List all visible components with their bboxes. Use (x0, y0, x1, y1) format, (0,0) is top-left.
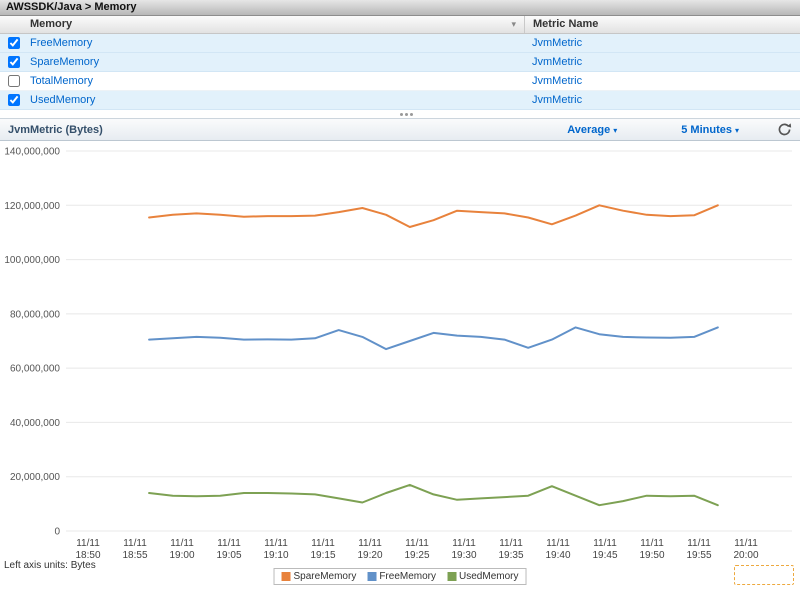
metric-type-link[interactable]: JvmMetric (532, 56, 582, 68)
cloudwatch-metrics-panel: AWSSDK/Java > Memory Memory ▾ Metric Nam… (0, 0, 800, 596)
legend-swatch (282, 572, 291, 581)
svg-text:19:00: 19:00 (169, 550, 194, 559)
statistic-dropdown-value: Average (567, 124, 610, 136)
column-header-memory[interactable]: Memory ▾ (0, 16, 524, 33)
column-sort-icon[interactable]: ▾ (511, 16, 516, 33)
axis-units-label: Left axis units: Bytes (4, 560, 96, 571)
svg-text:100,000,000: 100,000,000 (4, 255, 60, 266)
period-dropdown[interactable]: 5 Minutes▾ (681, 124, 739, 136)
svg-text:11/11: 11/11 (76, 538, 100, 549)
breadcrumb: AWSSDK/Java > Memory (0, 0, 800, 16)
metric-name-link[interactable]: SpareMemory (30, 56, 99, 68)
svg-text:18:55: 18:55 (122, 550, 147, 559)
metric-name-link[interactable]: FreeMemory (30, 37, 92, 49)
svg-text:11/11: 11/11 (452, 538, 476, 549)
svg-text:11/11: 11/11 (546, 538, 570, 549)
svg-text:19:45: 19:45 (592, 550, 617, 559)
metric-type-link[interactable]: JvmMetric (532, 75, 582, 87)
table-row[interactable]: UsedMemory JvmMetric (0, 91, 800, 110)
svg-text:80,000,000: 80,000,000 (10, 309, 60, 320)
legend-item: UsedMemory (447, 571, 518, 582)
svg-text:11/11: 11/11 (734, 538, 758, 549)
svg-text:11/11: 11/11 (640, 538, 664, 549)
column-header-metric-name[interactable]: Metric Name (524, 16, 800, 33)
svg-text:11/11: 11/11 (170, 538, 194, 549)
table-row[interactable]: FreeMemory JvmMetric (0, 34, 800, 53)
chevron-down-icon: ▾ (613, 126, 617, 135)
svg-text:120,000,000: 120,000,000 (4, 201, 60, 212)
svg-text:19:20: 19:20 (357, 550, 382, 559)
metric-name-link[interactable]: TotalMemory (30, 75, 93, 87)
splitter-dots-icon (400, 113, 403, 116)
svg-text:19:25: 19:25 (404, 550, 429, 559)
svg-text:140,000,000: 140,000,000 (4, 147, 60, 158)
breadcrumb-text: AWSSDK/Java > Memory (6, 1, 137, 13)
legend-label: FreeMemory (379, 571, 436, 582)
legend-item: FreeMemory (367, 571, 436, 582)
table-row[interactable]: SpareMemory JvmMetric (0, 53, 800, 72)
chart-legend: SpareMemory FreeMemory UsedMemory (274, 568, 527, 585)
metrics-line-chart[interactable]: 0 20,000,000 40,000,000 60,000,000 80,000,00… (0, 141, 800, 559)
svg-text:11/11: 11/11 (687, 538, 711, 549)
svg-text:19:10: 19:10 (263, 550, 288, 559)
svg-text:11/11: 11/11 (358, 538, 382, 549)
svg-text:40,000,000: 40,000,000 (10, 418, 60, 429)
svg-text:19:35: 19:35 (498, 550, 523, 559)
row-checkbox[interactable] (8, 94, 20, 106)
svg-text:11/11: 11/11 (264, 538, 288, 549)
metric-table: Memory ▾ Metric Name FreeMemory JvmMetri… (0, 16, 800, 110)
legend-label: UsedMemory (459, 571, 518, 582)
table-row[interactable]: TotalMemory JvmMetric (0, 72, 800, 91)
period-dropdown-value: 5 Minutes (681, 124, 732, 136)
chart-footer: Left axis units: Bytes SpareMemory FreeM… (0, 559, 800, 596)
column-header-memory-label: Memory (30, 18, 72, 30)
svg-text:11/11: 11/11 (123, 538, 147, 549)
svg-text:19:40: 19:40 (545, 550, 570, 559)
dashed-selection-box (734, 565, 794, 585)
svg-text:19:05: 19:05 (216, 550, 241, 559)
svg-text:0: 0 (54, 527, 60, 538)
svg-text:19:30: 19:30 (451, 550, 476, 559)
svg-text:11/11: 11/11 (405, 538, 429, 549)
svg-text:60,000,000: 60,000,000 (10, 364, 60, 375)
splitter-handle[interactable] (0, 110, 800, 118)
statistic-dropdown[interactable]: Average▾ (567, 124, 617, 136)
svg-text:11/11: 11/11 (499, 538, 523, 549)
svg-text:11/11: 11/11 (593, 538, 617, 549)
svg-text:11/11: 11/11 (311, 538, 335, 549)
chevron-down-icon: ▾ (735, 126, 739, 135)
metric-name-link[interactable]: UsedMemory (30, 94, 95, 106)
row-checkbox[interactable] (8, 37, 20, 49)
row-checkbox[interactable] (8, 56, 20, 68)
chart-panel: JvmMetric (Bytes) Average▾ 5 Minutes▾ 02… (0, 118, 800, 596)
svg-text:20,000,000: 20,000,000 (10, 472, 60, 483)
table-header: Memory ▾ Metric Name (0, 16, 800, 34)
metric-type-link[interactable]: JvmMetric (532, 94, 582, 106)
svg-text:11/11: 11/11 (217, 538, 241, 549)
row-checkbox[interactable] (8, 75, 20, 87)
svg-text:20:00: 20:00 (733, 550, 758, 559)
legend-item: SpareMemory (282, 571, 357, 582)
svg-text:19:15: 19:15 (310, 550, 335, 559)
legend-label: SpareMemory (294, 571, 357, 582)
refresh-icon[interactable] (777, 122, 792, 137)
legend-swatch (447, 572, 456, 581)
svg-text:19:55: 19:55 (686, 550, 711, 559)
chart-header: JvmMetric (Bytes) Average▾ 5 Minutes▾ (0, 118, 800, 141)
legend-swatch (367, 572, 376, 581)
column-header-metric-name-label: Metric Name (533, 18, 598, 30)
chart-title: JvmMetric (Bytes) (8, 124, 103, 136)
svg-text:18:50: 18:50 (75, 550, 100, 559)
svg-text:19:50: 19:50 (639, 550, 664, 559)
metric-type-link[interactable]: JvmMetric (532, 37, 582, 49)
